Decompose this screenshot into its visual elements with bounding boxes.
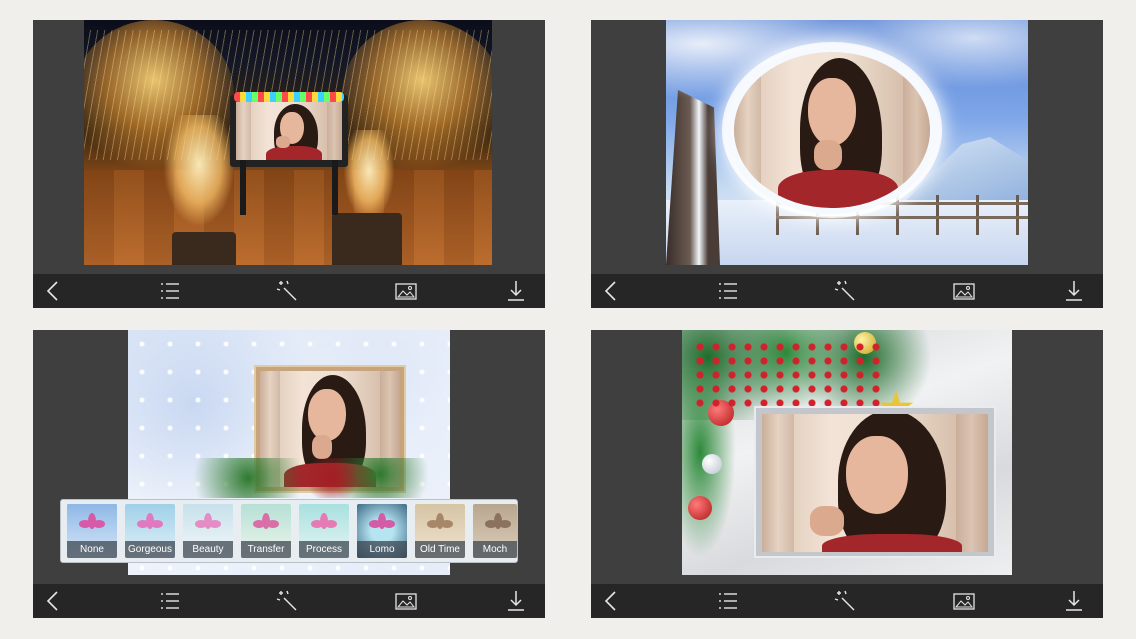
filter-label: Gorgeous <box>125 541 175 558</box>
flower-icon <box>311 513 337 529</box>
filter-label: Transfer <box>241 541 291 558</box>
flower-icon <box>253 513 279 529</box>
portrait-photo <box>236 102 342 160</box>
editor-panel-christmas-ornaments <box>591 330 1103 618</box>
back-icon[interactable] <box>599 589 625 613</box>
filter-label: Process <box>299 541 349 558</box>
download-icon[interactable] <box>503 279 529 303</box>
image-icon[interactable] <box>393 279 419 303</box>
image-icon[interactable] <box>393 589 419 613</box>
image-icon[interactable] <box>951 279 977 303</box>
portrait-photo <box>734 52 930 208</box>
image-icon[interactable] <box>951 589 977 613</box>
list-icon[interactable] <box>715 279 741 303</box>
bottom-toolbar <box>591 584 1103 618</box>
frame-photo-christmas-lights <box>84 20 492 265</box>
list-icon[interactable] <box>157 589 183 613</box>
flower-icon <box>79 513 105 529</box>
back-icon[interactable] <box>599 279 625 303</box>
frame-photo-snowy-tree <box>666 20 1028 265</box>
editor-panel-snowy-tree <box>591 20 1103 308</box>
filter-old-time[interactable]: Old Time <box>415 504 465 558</box>
magic-wand-icon[interactable] <box>275 279 301 303</box>
filter-gorgeous[interactable]: Gorgeous <box>125 504 175 558</box>
filter-beauty[interactable]: Beauty <box>183 504 233 558</box>
bottom-toolbar <box>591 274 1103 308</box>
list-icon[interactable] <box>157 279 183 303</box>
flower-icon <box>427 513 453 529</box>
filter-process[interactable]: Process <box>299 504 349 558</box>
flower-icon <box>369 513 395 529</box>
list-icon[interactable] <box>715 589 741 613</box>
bottom-toolbar <box>33 274 545 308</box>
filter-lomo[interactable]: Lomo <box>357 504 407 558</box>
filter-transfer[interactable]: Transfer <box>241 504 291 558</box>
filter-label: None <box>67 541 117 558</box>
filter-label: Beauty <box>183 541 233 558</box>
back-icon[interactable] <box>41 279 67 303</box>
download-icon[interactable] <box>1061 279 1087 303</box>
filter-label: Old Time <box>415 541 465 558</box>
filter-none[interactable]: None <box>67 504 117 558</box>
editor-panel-christmas-lights <box>33 20 545 308</box>
flower-icon <box>137 513 163 529</box>
portrait-photo <box>762 414 988 552</box>
flower-icon <box>485 513 511 529</box>
flower-icon <box>195 513 221 529</box>
filter-selector[interactable]: None Gorgeous Beauty Transfer Process Lo… <box>60 499 518 563</box>
frame-photo-christmas-ornaments <box>682 330 1012 575</box>
filter-moch[interactable]: Moch <box>473 504 517 558</box>
download-icon[interactable] <box>1061 589 1087 613</box>
bottom-toolbar <box>33 584 545 618</box>
magic-wand-icon[interactable] <box>275 589 301 613</box>
download-icon[interactable] <box>503 589 529 613</box>
magic-wand-icon[interactable] <box>833 279 859 303</box>
filter-label: Moch <box>473 541 517 558</box>
magic-wand-icon[interactable] <box>833 589 859 613</box>
filter-label: Lomo <box>357 541 407 558</box>
back-icon[interactable] <box>41 589 67 613</box>
editor-panel-snowflakes-filters: None Gorgeous Beauty Transfer Process Lo… <box>33 330 545 618</box>
